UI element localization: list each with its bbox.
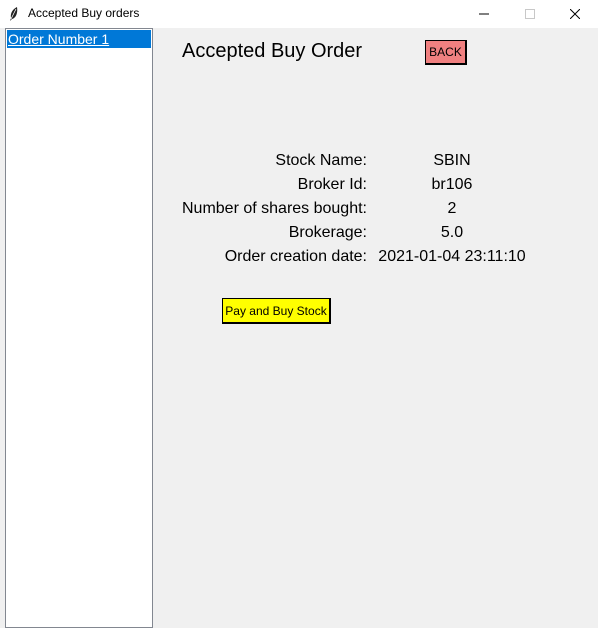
page-title: Accepted Buy Order: [182, 40, 363, 62]
window-title: Accepted Buy orders: [28, 6, 140, 20]
minimize-icon: [479, 13, 489, 15]
back-button[interactable]: BACK: [425, 40, 467, 65]
close-button[interactable]: [552, 0, 598, 28]
broker-id-value: br106: [431, 176, 473, 193]
maximize-button[interactable]: [507, 0, 553, 28]
minimize-button[interactable]: [461, 0, 507, 28]
close-icon: [570, 9, 580, 19]
shares-bought-label: Number of shares bought:: [182, 200, 367, 217]
stock-name-value: SBIN: [433, 152, 471, 169]
brokerage-label: Brokerage:: [288, 224, 367, 241]
creation-date-value: 2021-01-04 23:11:10: [378, 248, 526, 265]
creation-date-label: Order creation date:: [224, 248, 367, 265]
title-bar: Accepted Buy orders: [0, 0, 598, 28]
broker-id-label: Broker Id:: [297, 176, 367, 193]
pay-and-buy-button[interactable]: Pay and Buy Stock: [222, 298, 331, 324]
list-item-order-1[interactable]: Order Number 1: [7, 30, 151, 48]
maximize-icon: [525, 9, 535, 19]
feather-icon: [7, 6, 21, 22]
order-listbox[interactable]: Order Number 1: [5, 28, 153, 628]
brokerage-value: 5.0: [440, 224, 464, 241]
shares-bought-value: 2: [447, 200, 457, 217]
stock-name-label: Stock Name:: [275, 152, 367, 169]
